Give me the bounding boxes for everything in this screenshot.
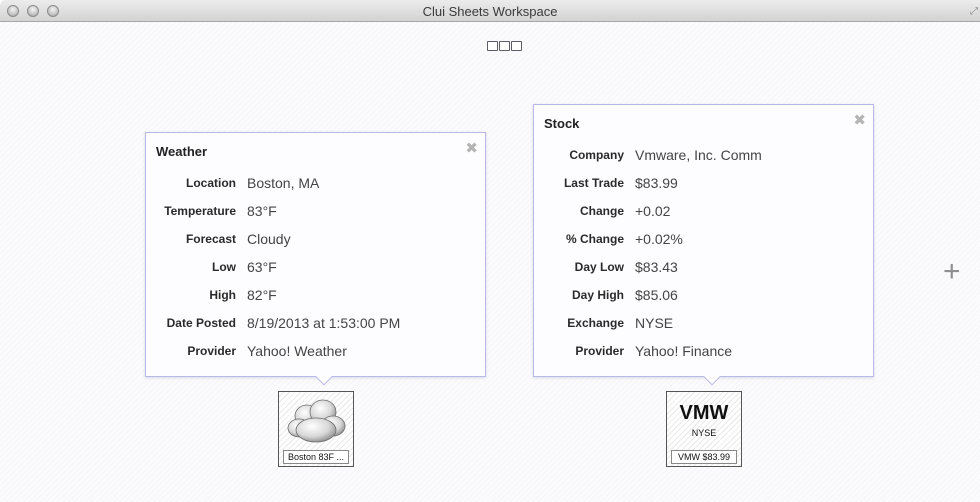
info-row: Day Low $83.43 [534,259,873,287]
row-value: $83.99 [635,175,678,191]
cloud-icon [287,399,346,443]
window-title: Clui Sheets Workspace [422,4,558,19]
stock-tile[interactable]: VMW NYSE VMW $83.99 [666,391,742,467]
info-row: Forecast Cloudy [146,231,485,259]
row-label: Low [212,260,236,274]
row-value: Yahoo! Finance [635,343,733,359]
row-label: Location [186,176,236,190]
row-value: Vmware, Inc. Comm [635,147,762,163]
close-icon[interactable]: ✖ [853,111,866,129]
row-value: Cloudy [247,231,291,247]
card-title: Stock [544,116,580,131]
tile-caption: VMW $83.99 [671,450,737,464]
add-icon[interactable]: + [943,257,961,287]
info-row: High 82°F [146,287,485,315]
stock-card: Stock ✖ Company Vmware, Inc. Comm Last T… [533,104,874,377]
row-value: 8/19/2013 at 1:53:00 PM [247,315,401,331]
row-label: Provider [575,344,624,358]
row-value: Boston, MA [247,175,320,191]
title-bar: Clui Sheets Workspace ⤢ [0,0,980,22]
row-value: Yahoo! Weather [247,343,347,359]
weather-tile[interactable]: Boston 83F ... [278,391,354,467]
page-dot[interactable] [499,41,510,51]
row-value: $85.06 [635,287,678,303]
row-label: Change [579,204,624,218]
row-label: Exchange [567,316,624,330]
row-value: 63°F [247,259,277,275]
row-label: Last Trade [563,176,624,190]
card-title: Weather [156,144,208,159]
tile-symbol: VMW [679,402,729,424]
row-value: NYSE [635,315,674,331]
info-row: Provider Yahoo! Weather [146,343,485,371]
row-value: 83°F [247,203,277,219]
info-row: Location Boston, MA [146,175,485,203]
info-row: Exchange NYSE [534,315,873,343]
info-row: Company Vmware, Inc. Comm [534,147,873,175]
app-window: Clui Sheets Workspace ⤢ Weather ✖ Locati… [0,0,980,502]
info-row: Provider Yahoo! Finance [534,343,873,371]
fullscreen-icon[interactable]: ⤢ [970,6,978,17]
tile-caption: Boston 83F ... [283,450,349,464]
row-value: 82°F [247,287,277,303]
page-dot[interactable] [487,41,498,51]
page-dot[interactable] [511,41,522,51]
row-label: Forecast [185,232,236,246]
row-label: Company [569,148,624,162]
info-row: Low 63°F [146,259,485,287]
info-row: Day High $85.06 [534,287,873,315]
info-row: % Change +0.02% [534,231,873,259]
close-icon[interactable]: ✖ [465,139,478,157]
row-label: Day High [571,288,624,302]
weather-card: Weather ✖ Location Boston, MA Temperatur… [145,132,486,377]
row-value: +0.02 [635,203,671,219]
info-row: Temperature 83°F [146,203,485,231]
row-value: $83.43 [635,259,678,275]
info-row: Last Trade $83.99 [534,175,873,203]
row-label: Date Posted [166,316,236,330]
row-label: Day Low [574,260,624,274]
row-label: High [209,288,236,302]
page-indicator [487,41,522,51]
info-row: Date Posted 8/19/2013 at 1:53:00 PM [146,315,485,343]
tile-exchange: NYSE [691,428,717,438]
row-label: % Change [565,232,624,246]
row-label: Temperature [164,204,236,218]
row-label: Provider [187,344,236,358]
row-value: +0.02% [635,231,683,247]
info-row: Change +0.02 [534,203,873,231]
